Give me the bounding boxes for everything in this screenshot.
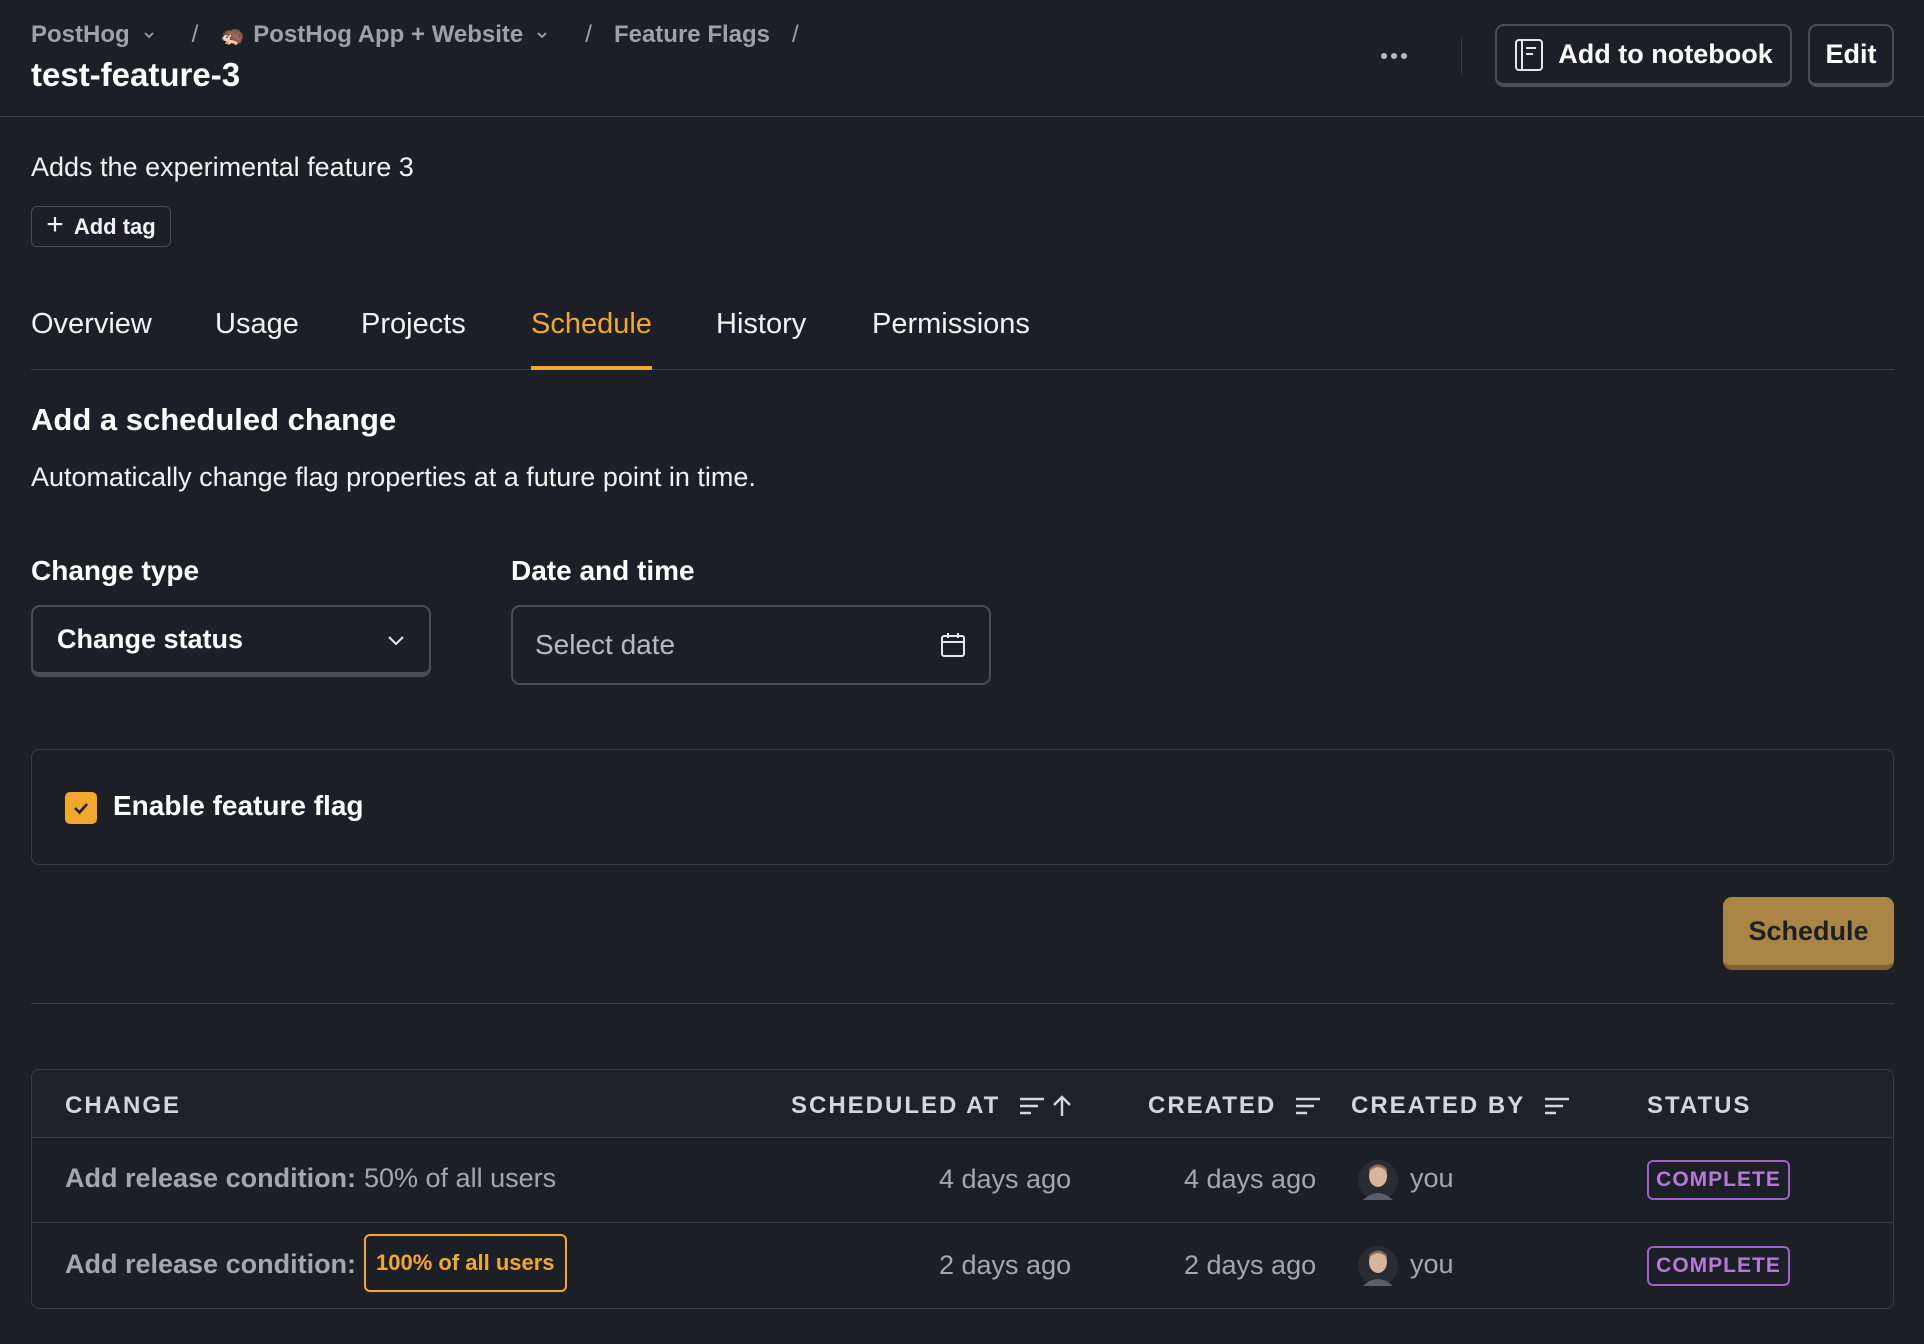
- change-value: 50% of all users: [364, 1163, 557, 1193]
- scheduled-at-value: 2 days ago: [939, 1250, 1072, 1280]
- table-header: CHANGE SCHEDULED AT CREATED CREATED BY S…: [32, 1070, 1893, 1138]
- created-by-value: you: [1410, 1163, 1454, 1193]
- enable-flag-checkbox[interactable]: [65, 792, 97, 824]
- sort-icon[interactable]: [1543, 1094, 1571, 1118]
- tab-schedule[interactable]: Schedule: [531, 308, 652, 370]
- status-badge: COMPLETE: [1647, 1160, 1790, 1200]
- avatar: [1358, 1160, 1398, 1200]
- breadcrumb-separator: /: [585, 21, 592, 48]
- created-by-value: you: [1410, 1249, 1454, 1279]
- scheduled-changes-table: CHANGE SCHEDULED AT CREATED CREATED BY S…: [31, 1069, 1894, 1309]
- breadcrumb: PostHog / 🦔 PostHog App + Website / Feat…: [31, 18, 821, 52]
- breadcrumb-project-label: PostHog App + Website: [253, 21, 524, 48]
- breadcrumb-org[interactable]: PostHog: [31, 21, 156, 49]
- chevron-down-icon: [388, 635, 404, 645]
- sort-icon[interactable]: [1294, 1094, 1322, 1118]
- date-time-label: Date and time: [511, 555, 695, 586]
- section-subtitle: Automatically change flag properties at …: [31, 462, 756, 492]
- change-label: Add release condition:: [65, 1163, 357, 1193]
- check-icon: [74, 803, 88, 815]
- flag-description: Adds the experimental feature 3: [31, 152, 414, 182]
- date-time-input[interactable]: Select date: [511, 605, 991, 685]
- created-value: 4 days ago: [1184, 1164, 1317, 1194]
- section-divider: [31, 1003, 1894, 1004]
- edit-button[interactable]: Edit: [1808, 24, 1894, 87]
- tab-bar: Overview Usage Projects Schedule History…: [31, 300, 1894, 370]
- column-header-status: STATUS: [1647, 1092, 1752, 1119]
- more-icon: [1381, 53, 1387, 59]
- sort-ascending-icon[interactable]: [1018, 1094, 1074, 1118]
- breadcrumb-separator: /: [792, 21, 799, 48]
- column-header-change: CHANGE: [65, 1092, 182, 1119]
- tab-usage[interactable]: Usage: [215, 308, 299, 370]
- table-row: Add release condition: 50% of all users …: [32, 1138, 1893, 1223]
- breadcrumb-org-label: PostHog: [31, 21, 130, 48]
- breadcrumb-project[interactable]: 🦔 PostHog App + Website: [220, 21, 549, 49]
- hedgehog-icon: 🦔: [220, 24, 246, 47]
- change-label: Add release condition:: [65, 1249, 357, 1279]
- schedule-button[interactable]: Schedule: [1723, 897, 1894, 970]
- add-tag-button[interactable]: + Add tag: [31, 206, 171, 247]
- column-header-created[interactable]: CREATED: [1148, 1092, 1322, 1120]
- avatar: [1358, 1246, 1398, 1286]
- change-type-label: Change type: [31, 555, 200, 586]
- page-title: test-feature-3: [31, 56, 241, 93]
- header-divider: [1461, 38, 1462, 74]
- breadcrumb-feature-flags[interactable]: Feature Flags: [614, 21, 770, 49]
- enable-flag-panel: Enable feature flag: [31, 749, 1894, 865]
- add-to-notebook-button[interactable]: Add to notebook: [1495, 24, 1792, 87]
- add-to-notebook-label: Add to notebook: [1558, 39, 1773, 69]
- change-type-select[interactable]: Change status: [31, 605, 431, 677]
- status-badge: COMPLETE: [1647, 1246, 1790, 1286]
- table-row: Add release condition: 100% of all users…: [32, 1224, 1893, 1308]
- notebook-icon: [1515, 38, 1544, 71]
- scheduled-at-value: 4 days ago: [939, 1164, 1072, 1194]
- enable-flag-label[interactable]: Enable feature flag: [113, 790, 364, 822]
- change-value: 100% of all users: [364, 1234, 567, 1292]
- column-header-scheduled-at[interactable]: SCHEDULED AT: [791, 1092, 1074, 1120]
- change-type-value: Change status: [57, 624, 244, 654]
- chevron-down-icon: [537, 32, 547, 39]
- breadcrumb-section-label: Feature Flags: [613, 21, 770, 48]
- section-title: Add a scheduled change: [31, 402, 397, 437]
- calendar-icon[interactable]: [939, 631, 967, 659]
- tab-permissions[interactable]: Permissions: [872, 308, 1030, 370]
- tab-overview[interactable]: Overview: [31, 308, 152, 370]
- breadcrumb-separator: /: [191, 21, 199, 48]
- add-tag-label: Add tag: [73, 213, 156, 239]
- date-placeholder: Select date: [535, 629, 676, 660]
- more-options-button[interactable]: [1372, 38, 1416, 74]
- created-value: 2 days ago: [1184, 1250, 1317, 1280]
- tab-projects[interactable]: Projects: [361, 308, 466, 370]
- top-header: PostHog / 🦔 PostHog App + Website / Feat…: [0, 0, 1924, 117]
- column-header-created-by[interactable]: CREATED BY: [1351, 1092, 1571, 1120]
- tab-history[interactable]: History: [716, 308, 806, 370]
- chevron-down-icon: [144, 32, 154, 39]
- plus-icon: +: [46, 208, 64, 241]
